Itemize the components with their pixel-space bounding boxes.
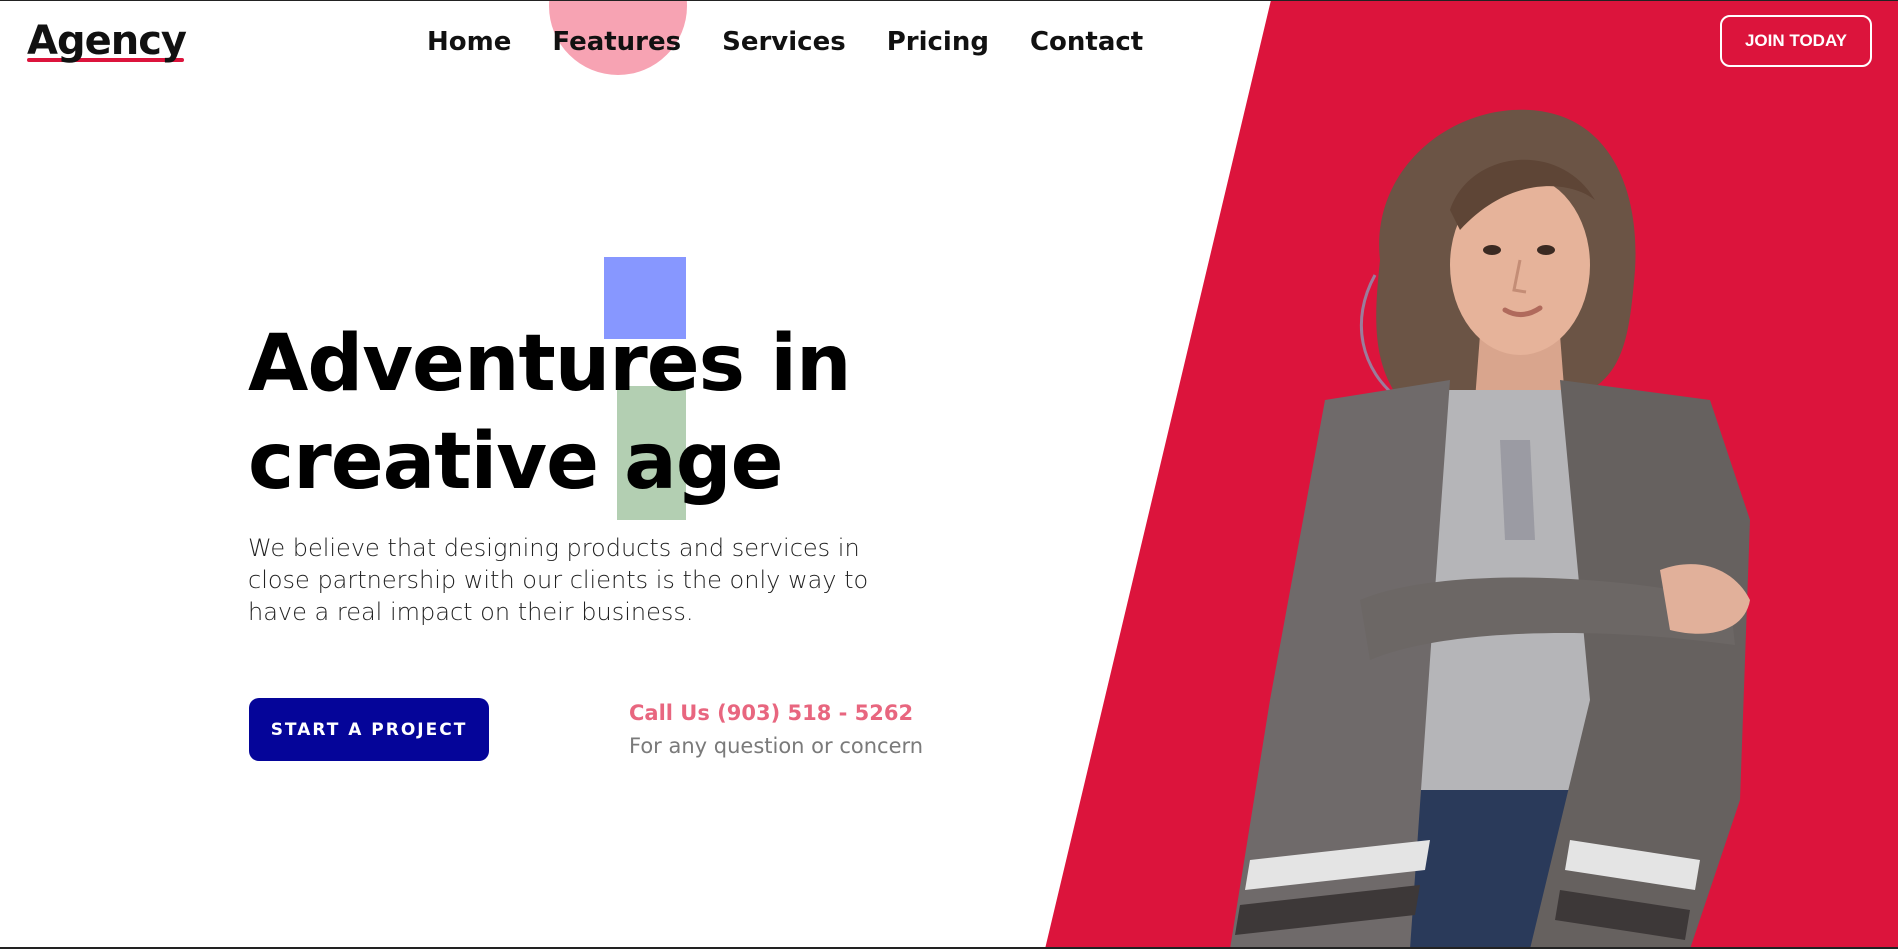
hero-title-line-2: creative age — [248, 417, 784, 507]
landing-page: Agency Home Features Services Pricing Co… — [0, 0, 1898, 949]
call-subtext: For any question or concern — [629, 734, 924, 758]
join-today-button[interactable]: JOIN TODAY — [1720, 15, 1872, 67]
hero-model-image — [1230, 109, 1750, 949]
top-border — [0, 0, 1898, 1]
nav-pricing[interactable]: Pricing — [887, 22, 989, 62]
main-nav: Home Features Services Pricing Contact — [427, 22, 1143, 62]
start-project-button[interactable]: START A PROJECT — [249, 698, 489, 761]
hero-title: Adventures in creative age — [248, 315, 868, 511]
nav-services[interactable]: Services — [722, 22, 846, 62]
hero-title-line-1: Adventures in — [248, 319, 852, 409]
call-us-link[interactable]: Call Us (903) 518 - 5262 — [629, 698, 913, 728]
logo[interactable]: Agency — [27, 16, 187, 66]
nav-features[interactable]: Features — [552, 22, 681, 62]
hero-description: We believe that designing products and s… — [248, 534, 869, 626]
nav-home[interactable]: Home — [427, 22, 511, 62]
nav-contact[interactable]: Contact — [1030, 22, 1143, 62]
